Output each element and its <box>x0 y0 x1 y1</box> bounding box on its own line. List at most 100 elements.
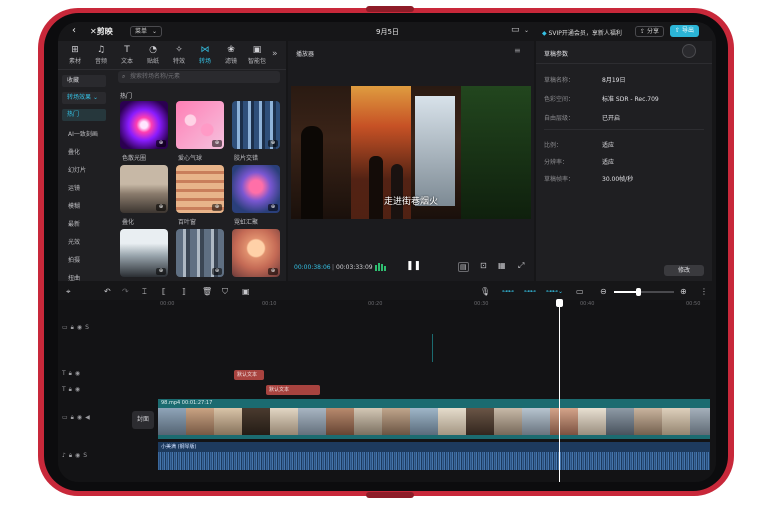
tool-transition[interactable]: ⋈ 转场 <box>194 45 216 65</box>
audio-waveform <box>158 452 710 470</box>
tool-media[interactable]: ⊞ 素材 <box>64 45 86 65</box>
pause-icon[interactable]: ❚❚ <box>406 261 421 271</box>
back-icon[interactable]: ‹ <box>72 25 76 36</box>
transition-thumb[interactable]: ⊕ <box>176 229 224 277</box>
ruler-tick: 00:20 <box>368 301 383 307</box>
track-controls[interactable]: T🔒︎◉ <box>62 386 83 394</box>
link-main-track-icon[interactable]: ⊶⊷ <box>502 288 514 295</box>
current-time: 00:00:38:06 <box>294 264 331 271</box>
track-controls[interactable]: T🔒︎◉ <box>62 370 83 378</box>
track-controls[interactable]: ▭🔒︎◉◀ <box>62 414 93 422</box>
undo-icon[interactable]: ↶ <box>104 287 111 296</box>
ratio-icon[interactable]: ▤ <box>458 262 469 272</box>
zoom-slider-handle[interactable] <box>636 288 641 296</box>
tool-smart[interactable]: ▣ 智能包 <box>246 45 268 65</box>
transition-thumb[interactable]: ⊕ <box>120 229 168 277</box>
fit-icon[interactable]: ▭ <box>576 287 584 296</box>
ruler-tick: 00:30 <box>474 301 489 307</box>
tool-effects[interactable]: ✧ 特效 <box>168 45 190 65</box>
cursor-icon[interactable]: ⌖ <box>66 287 71 297</box>
thumb-label: 叠化 <box>122 219 135 226</box>
thumb-label: 霓虹汇聚 <box>234 219 259 226</box>
add-icon: ⊕ <box>212 140 222 147</box>
text-clip[interactable]: 默认文本 <box>234 370 264 380</box>
transition-thumb[interactable]: ⊕ <box>120 165 168 213</box>
video-preview[interactable]: 走进街巷烟火 <box>291 86 531 219</box>
transition-thumb[interactable]: ⊕ <box>232 101 280 149</box>
share-icon: ⇪ <box>640 28 646 35</box>
text-clip[interactable]: 默认文本 <box>266 385 320 395</box>
total-time: 00:03:33:09 <box>336 264 373 271</box>
tool-audio[interactable]: ♫ 音频 <box>90 45 112 65</box>
redo-icon[interactable]: ↷ <box>122 287 129 296</box>
track-controls[interactable]: ▭🔒︎◉S <box>62 324 92 332</box>
cover-button[interactable]: 封面 <box>132 411 154 429</box>
category-item[interactable]: 幻灯片 <box>68 165 86 174</box>
category-item[interactable]: 模糊 <box>68 201 80 210</box>
category-item[interactable]: 最新 <box>68 219 80 228</box>
tool-text[interactable]: T 文本 <box>116 45 138 65</box>
transition-thumb[interactable]: ⊕ <box>232 229 280 277</box>
param-value: 8月19日 <box>602 77 626 84</box>
transition-thumb[interactable]: ⊕ <box>176 101 224 149</box>
menu-button[interactable]: 菜单 ⌄ <box>130 26 162 37</box>
microphone-icon[interactable]: 🎙 <box>480 287 490 296</box>
video-clip[interactable]: 98.mp4 00:01:27:17 <box>158 399 710 439</box>
audio-clip[interactable]: 小美满 (钢琴版) <box>158 442 710 470</box>
eye-icon: ◉ <box>76 324 86 331</box>
split-left-icon[interactable]: ⟦ <box>162 287 166 296</box>
time-ruler[interactable]: 00:00 00:10 00:20 00:30 00:40 00:50 <box>158 301 716 313</box>
marker-icon[interactable]: ⛉ <box>222 287 228 297</box>
transition-thumb[interactable]: ⊕ <box>120 101 168 149</box>
video-subtitle[interactable]: 走进街巷烟火 <box>291 194 531 207</box>
param-key: 草稿帧率： <box>544 176 575 183</box>
person-silhouette <box>391 164 403 219</box>
clip-audio-strip <box>158 435 710 439</box>
category-item[interactable]: 拍摄 <box>68 255 80 264</box>
category-item[interactable]: 运镜 <box>68 183 80 192</box>
zoom-out-icon[interactable]: ⊖ <box>600 287 607 296</box>
export-icon: ⇧ <box>675 27 681 34</box>
layout-chevron-icon[interactable]: ⌄ <box>524 27 529 34</box>
export-button[interactable]: ⇧ 导出 <box>670 25 699 37</box>
category-favorites[interactable]: 收藏 <box>62 75 106 87</box>
eye-icon: ◉ <box>74 370 84 377</box>
app-screen: ‹ ✕剪映 菜单 ⌄ 9月5日 ▭ ⌄ ◆ SVIP开通会员，享新人福利 ⇪ 分… <box>58 22 716 482</box>
fullscreen-icon[interactable]: ⤢ <box>518 261 524 271</box>
search-icon: ⌕ <box>122 73 126 80</box>
transition-thumb[interactable]: ⊕ <box>176 165 224 213</box>
modify-button[interactable]: 修改 <box>664 265 704 276</box>
menu-icon[interactable]: ≡ <box>514 46 521 55</box>
tool-sticker[interactable]: ◔ 贴纸 <box>142 45 164 65</box>
ruler-tick: 00:00 <box>160 301 175 307</box>
more-tools-icon[interactable]: » <box>272 49 278 59</box>
category-item[interactable]: 叠化 <box>68 147 80 156</box>
zoom-in-icon[interactable]: ⊕ <box>680 287 687 296</box>
zoom-slider[interactable] <box>614 288 674 296</box>
magnet-icon[interactable]: ⊶⊷ <box>524 288 536 295</box>
category-item[interactable]: 扭曲 <box>68 273 80 282</box>
search-input[interactable]: ⌕ 搜索转场名称/元素 <box>118 71 280 83</box>
category-transition-effects[interactable]: 转场效果 ⌄ <box>62 92 106 104</box>
transition-icon: ⋈ <box>200 45 210 55</box>
more-icon[interactable]: ⋮ <box>700 287 708 296</box>
share-button[interactable]: ⇪ 分享 <box>635 26 664 37</box>
tool-filter[interactable]: ❀ 滤镜 <box>220 45 242 65</box>
category-item[interactable]: 光效 <box>68 237 80 246</box>
svip-promo[interactable]: ◆ SVIP开通会员，享新人福利 <box>542 28 622 37</box>
screen-layout-icon[interactable]: ▭ <box>511 25 520 35</box>
transition-thumb[interactable]: ⊕ <box>232 165 280 213</box>
crop-icon[interactable]: ⊡ <box>480 261 487 270</box>
mask-icon[interactable]: ▦ <box>498 261 506 270</box>
split-right-icon[interactable]: ⟧ <box>182 287 186 296</box>
track-controls[interactable]: ♪🔒︎◉S <box>62 452 90 460</box>
delete-icon[interactable]: 🗑 <box>202 287 212 296</box>
param-key: 分辨率： <box>544 159 569 166</box>
caption-icon[interactable]: ▣ <box>242 287 250 296</box>
playhead[interactable] <box>559 302 560 482</box>
category-hot[interactable]: 热门 <box>62 109 106 121</box>
category-item[interactable]: AI一致刻画 <box>68 129 98 138</box>
split-icon[interactable]: ⌶ <box>142 287 147 297</box>
preview-axis-icon[interactable]: ⊶⊷⌄ <box>546 288 563 295</box>
avatar[interactable] <box>682 44 696 58</box>
